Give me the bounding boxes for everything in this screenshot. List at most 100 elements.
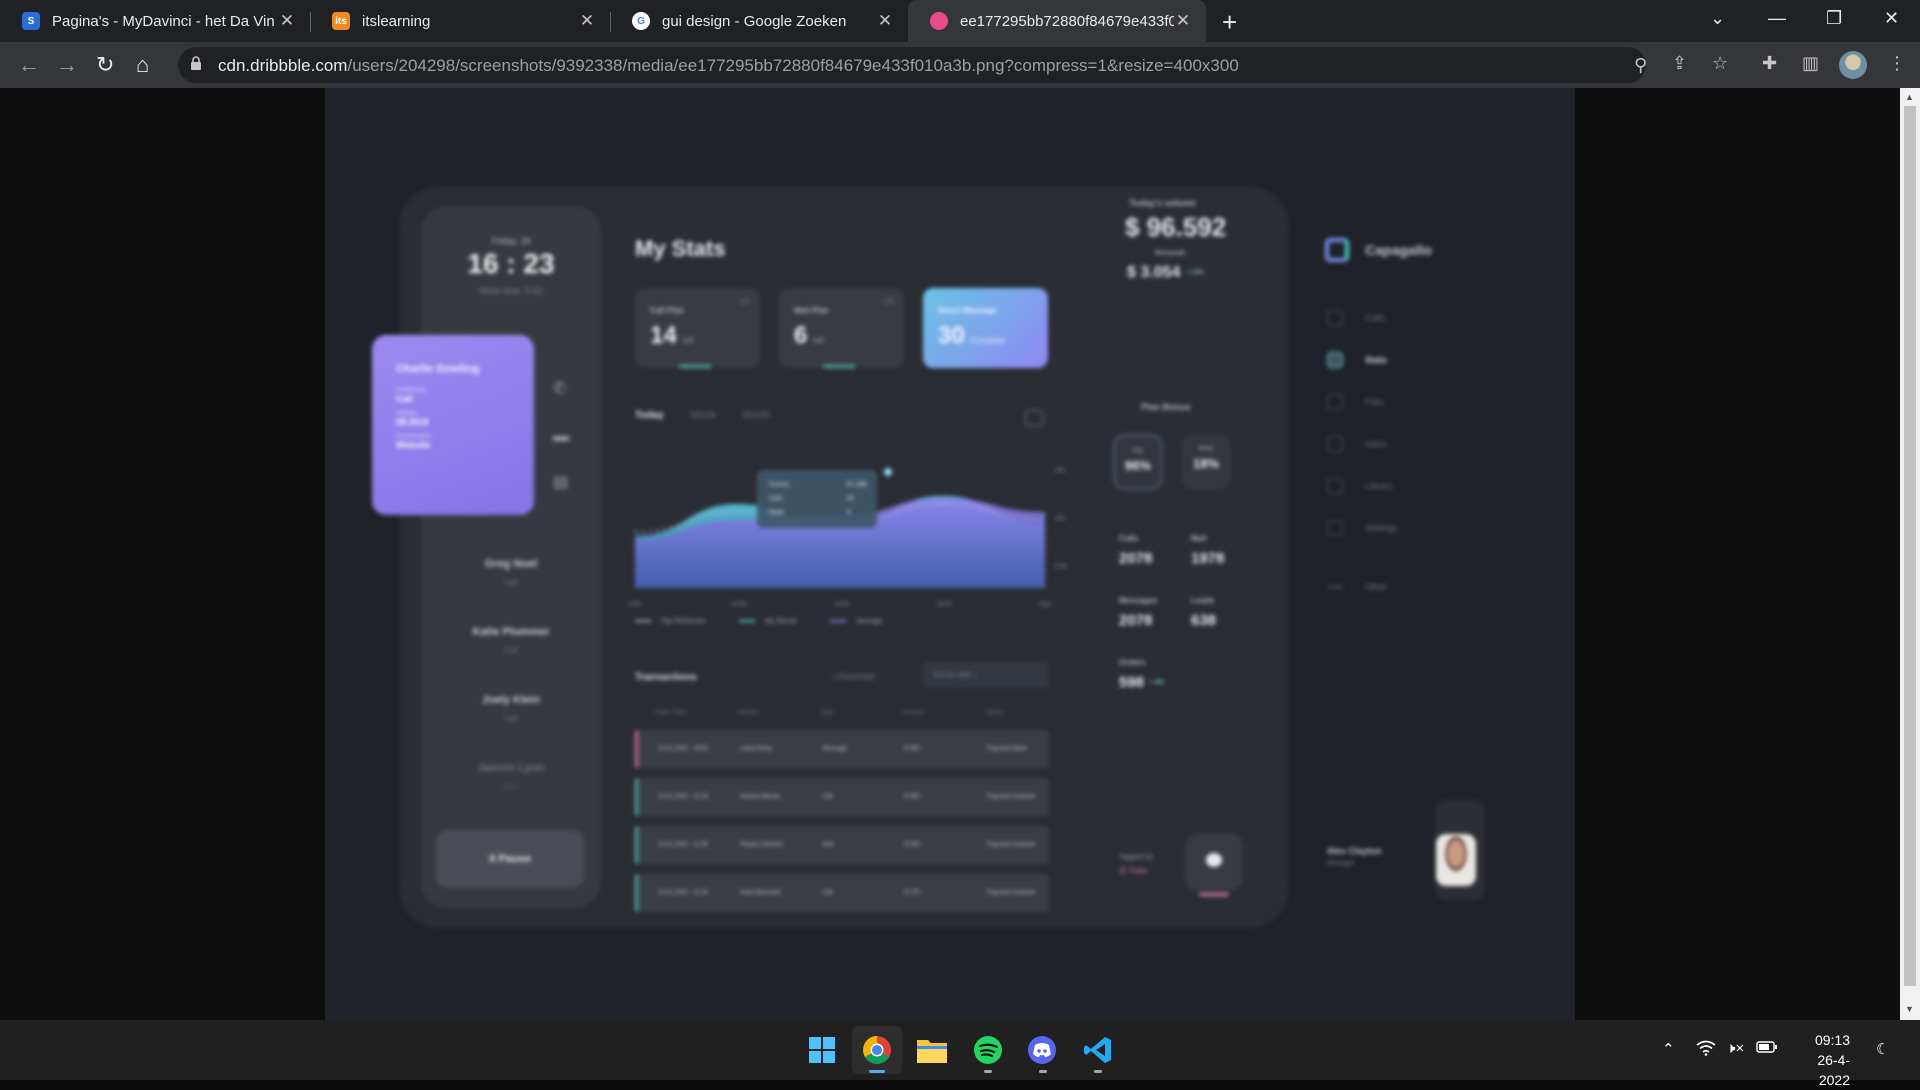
- kpi-direct-message: Direct Message 30 Complete: [923, 288, 1048, 368]
- personal-value: $ 3.054 + 12%: [1127, 264, 1204, 281]
- reload-icon[interactable]: ↻: [96, 52, 114, 78]
- brand-logo-icon: [1325, 238, 1349, 262]
- spotify-icon[interactable]: [970, 1032, 1006, 1068]
- menu-kebab-icon[interactable]: ⋮: [1888, 53, 1906, 74]
- folder-icon: ▬: [553, 428, 569, 445]
- x-tick-label: Now: [1039, 602, 1052, 608]
- volume-muted-icon[interactable]: 🕨×: [1726, 1040, 1744, 1057]
- legend-item: Average: [830, 618, 882, 625]
- back-arrow-icon[interactable]: ←: [18, 52, 40, 78]
- file-explorer-icon[interactable]: [914, 1032, 950, 1068]
- files-icon: [1327, 394, 1343, 410]
- tab-month: Month: [742, 410, 771, 421]
- tab-week: Week: [690, 410, 716, 421]
- table-cell: Saoirse Bessie: [740, 794, 781, 800]
- transactions-title: Transactions: [635, 672, 697, 683]
- close-icon[interactable]: ✕: [278, 11, 296, 31]
- chrome-icon[interactable]: [852, 1026, 902, 1074]
- extensions-icon[interactable]: ✚: [1762, 53, 1777, 74]
- nav-item-inbox: Inbox: [1327, 436, 1387, 452]
- table-header: Date / Time Contact Type Amount Status: [655, 710, 1004, 716]
- scroll-down-icon[interactable]: ▼: [1905, 1004, 1914, 1014]
- discord-icon[interactable]: [1024, 1032, 1060, 1068]
- chart-legend: Top Performer My Result Average: [635, 618, 914, 625]
- tab-search-chevron-icon[interactable]: ⌄: [1710, 8, 1725, 29]
- battery-icon[interactable]: [1756, 1040, 1778, 1058]
- user-role: Manager: [1327, 860, 1355, 867]
- settings-icon: [1327, 520, 1343, 536]
- browser-toolbar: ← → ↻ ⌂ cdn.dribbble.com/users/204298/sc…: [0, 42, 1920, 88]
- list-item: Joely Klein Call: [481, 694, 541, 723]
- vscode-icon[interactable]: [1080, 1032, 1116, 1068]
- kpi-call-plan: Call Plan 14 left 50: [635, 288, 760, 368]
- windows-start-icon[interactable]: [804, 1032, 840, 1068]
- tagged-value: @ Thalia: [1119, 868, 1147, 875]
- tab-itslearning[interactable]: its itslearning ✕: [310, 0, 610, 42]
- page-title: My Stats: [635, 236, 726, 261]
- avatar[interactable]: [1839, 51, 1867, 79]
- clock: 16 : 23: [467, 248, 555, 279]
- nav-item-files: Files: [1327, 394, 1384, 410]
- tagged-label: Tagged by: [1119, 854, 1154, 861]
- bookmark-star-icon[interactable]: ☆: [1712, 53, 1728, 74]
- close-icon[interactable]: ✕: [578, 11, 596, 31]
- minimize-icon[interactable]: —: [1768, 8, 1786, 29]
- tooltip-value: $ 1.28k: [847, 482, 868, 488]
- restore-icon[interactable]: ❐: [1826, 8, 1842, 29]
- side-panel-icon[interactable]: ▥: [1802, 53, 1819, 74]
- tab-today: Today: [635, 410, 664, 421]
- do-not-disturb-moon-icon[interactable]: ☾: [1876, 1040, 1889, 1058]
- table-cell: Mail: [822, 842, 834, 848]
- sharepoint-icon: S: [22, 12, 40, 30]
- table-cell: Liana Kemp: [740, 746, 773, 752]
- close-icon[interactable]: ✕: [1174, 11, 1192, 31]
- inbox-icon: [1327, 436, 1343, 452]
- chart-point: [884, 468, 892, 476]
- tray-chevron-up-icon[interactable]: ⌃: [1662, 1040, 1675, 1058]
- scrollbar[interactable]: ▲ ▼: [1900, 88, 1920, 1020]
- window-close-icon[interactable]: ✕: [1884, 8, 1899, 29]
- new-tab-button[interactable]: +: [1222, 7, 1237, 38]
- home-icon[interactable]: ⌂: [136, 52, 149, 78]
- mail-value: 1978: [1191, 550, 1225, 567]
- x-tick-label: 8:00: [629, 602, 641, 608]
- tab-mydavinci[interactable]: S Pagina's - MyDavinci - het Da Vin ✕: [0, 0, 310, 42]
- document-icon: ▤: [553, 474, 569, 491]
- volume-label: Today's volume: [1129, 198, 1196, 208]
- table-cell: $ 300: [904, 746, 920, 752]
- share-icon[interactable]: ⇪: [1672, 53, 1687, 74]
- windows-taskbar: ⌃ 🕨× 09:13 26-4-2022 ☾: [0, 1020, 1920, 1088]
- tab-strip: S Pagina's - MyDavinci - het Da Vin ✕ it…: [0, 0, 1920, 42]
- list-item: Greg Noel Call: [484, 558, 538, 587]
- taskbar-clock[interactable]: 09:13 26-4-2022: [1790, 1030, 1850, 1090]
- messages-value: 2078: [1119, 612, 1153, 629]
- wifi-icon[interactable]: [1696, 1040, 1716, 1060]
- table-cell: $ 270: [904, 890, 920, 896]
- x-tick-label: 10:00: [732, 602, 748, 608]
- lock-icon: [191, 56, 201, 70]
- table-cell: Message: [822, 746, 847, 752]
- scroll-up-icon[interactable]: ▲: [1905, 92, 1914, 102]
- table-row: 15.01.2020 · 11:24 Kobe Bannister Call $ 27…: [635, 874, 1049, 912]
- x-tick-label: 14:00: [834, 602, 850, 608]
- table-cell: Call: [822, 794, 833, 800]
- table-cell: $ 250: [904, 842, 920, 848]
- volume-value: $ 96.592: [1125, 212, 1227, 242]
- address-bar[interactable]: cdn.dribbble.com/users/204298/screenshot…: [178, 47, 1647, 83]
- close-icon[interactable]: ✕: [876, 11, 894, 31]
- user-name: Alex Clayton: [1327, 846, 1382, 856]
- tab-dribbble-image[interactable]: ee177295bb72880f84679e433f01 ✕: [908, 0, 1206, 42]
- url-text: cdn.dribbble.com/users/204298/screenshot…: [218, 56, 1239, 75]
- nav-item-calls: Calls: [1327, 310, 1385, 326]
- forward-arrow-icon[interactable]: →: [56, 52, 78, 78]
- scrollbar-thumb[interactable]: [1904, 106, 1916, 986]
- table-cell: 15.01.2020 · 12:24: [658, 794, 709, 800]
- table-row: 15.01.2020 · 11:08 Peyton Charlton Mail $ 2…: [635, 826, 1049, 864]
- sort-select: Sort by date ⌄: [923, 662, 1049, 688]
- zoom-icon[interactable]: ⚲: [1634, 55, 1647, 76]
- library-icon: [1327, 478, 1343, 494]
- legend-item: My Result: [739, 618, 796, 625]
- bonus-day: Day 96%: [1113, 434, 1163, 490]
- tab-google-search[interactable]: G gui design - Google Zoeken ✕: [610, 0, 908, 42]
- legend-item: Top Performer: [635, 618, 705, 625]
